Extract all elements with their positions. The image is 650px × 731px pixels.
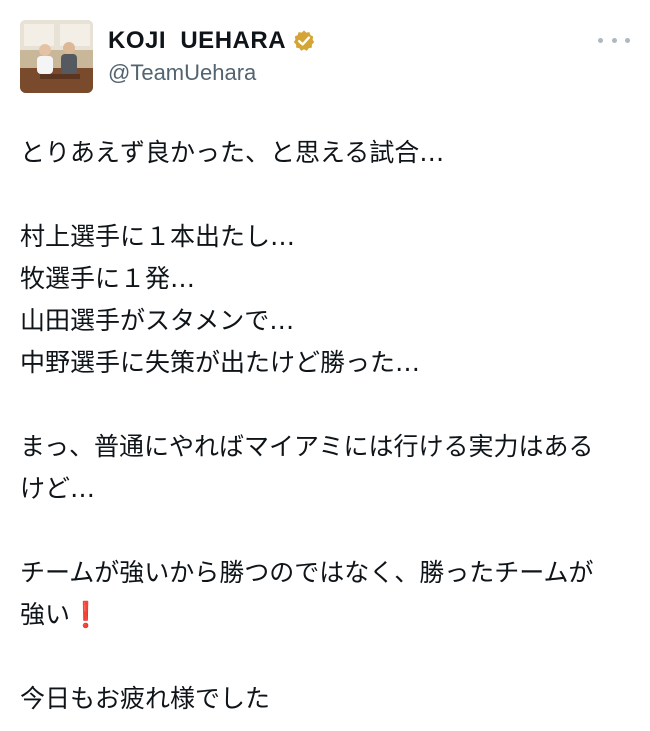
tweet-line-text: 強い <box>20 600 71 629</box>
avatar-image <box>20 20 93 93</box>
verified-badge-icon <box>292 29 316 53</box>
more-horizontal-icon-dot <box>625 37 630 43</box>
user-handle[interactable]: @TeamUehara <box>108 60 316 86</box>
tweet-line-with-emoji: 強い❗ <box>20 594 630 636</box>
tweet-line: 山田選手がスタメンで… <box>20 306 295 335</box>
tweet-line: とりあえず良かった、と思える試合… <box>20 138 445 167</box>
tweet-line: 今日もお疲れ様でした <box>20 684 271 713</box>
avatar[interactable] <box>20 20 93 93</box>
tweet-text: とりあえず良かった、と思える試合… 村上選手に１本出たし… 牧選手に１発… 山田… <box>20 132 630 720</box>
more-horizontal-icon-dot <box>611 37 617 43</box>
tweet-line: 牧選手に１発… <box>20 264 196 293</box>
tweet-line: 中野選手に失策が出たけど勝った… <box>20 348 421 377</box>
more-options-button[interactable] <box>598 32 630 48</box>
more-horizontal-icon <box>598 37 603 43</box>
exclamation-emoji-icon: ❗ <box>70 600 102 629</box>
tweet-line: 村上選手に１本出たし… <box>20 222 296 251</box>
tweet-line: まっ、普通にやればマイアミには行ける実力はある <box>20 432 594 461</box>
tweet-header: KOJI UEHARA @TeamUehara <box>20 20 630 94</box>
tweet-line: けど… <box>20 474 96 503</box>
display-name-row: KOJI UEHARA <box>108 26 316 56</box>
tweet-line: チームが強いから勝つのではなく、勝ったチームが <box>20 558 594 587</box>
author-name-block: KOJI UEHARA @TeamUehara <box>108 26 316 86</box>
display-name[interactable]: KOJI UEHARA <box>108 27 286 55</box>
